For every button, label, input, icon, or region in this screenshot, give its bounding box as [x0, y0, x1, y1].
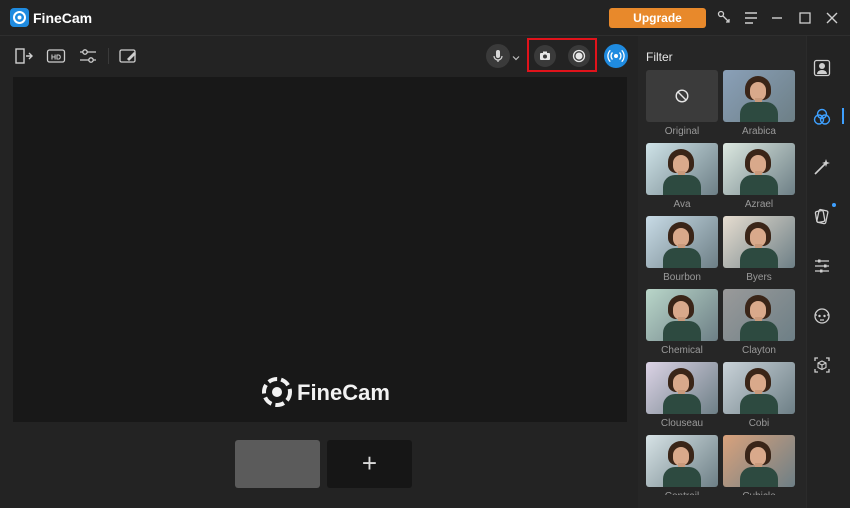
filter-item[interactable]: Azrael	[723, 143, 795, 210]
scene-thumbnail[interactable]	[235, 440, 320, 488]
camera-icon	[540, 51, 550, 60]
filter-preview-image	[723, 362, 795, 414]
filter-label: Clayton	[742, 345, 776, 356]
no-filter-icon	[675, 89, 689, 103]
filter-label: Ava	[673, 199, 691, 210]
settings-sliders-icon[interactable]	[812, 256, 832, 276]
filter-item[interactable]: Contrail	[646, 435, 718, 495]
portrait-icon[interactable]	[812, 58, 832, 78]
filter-preview-image	[646, 143, 718, 195]
record-button[interactable]	[568, 45, 590, 67]
adjust-icon[interactable]	[77, 45, 99, 67]
filter-label: Contrail	[646, 491, 718, 495]
live-button[interactable]	[604, 44, 628, 68]
filter-label: Chemical	[661, 345, 703, 356]
filter-item[interactable]: Cobi	[723, 362, 795, 429]
filter-label: Arabica	[742, 126, 776, 137]
rail-active-indicator	[842, 108, 844, 124]
whiteboard-icon[interactable]	[117, 45, 139, 67]
finecam-watermark-icon	[261, 376, 293, 408]
filter-label: Byers	[746, 272, 772, 283]
filter-label: Original	[664, 126, 700, 137]
filter-item[interactable]: Bourbon	[646, 216, 718, 283]
app-title: FineCam	[33, 10, 93, 26]
export-icon[interactable]	[13, 45, 35, 67]
filter-preview-image	[723, 435, 795, 487]
record-icon	[572, 49, 586, 63]
feedback-icon[interactable]	[716, 9, 734, 27]
filter-item[interactable]: Byers	[723, 216, 795, 283]
live-icon	[607, 49, 625, 63]
filter-item[interactable]: Clouseau	[646, 362, 718, 429]
toolbar-divider	[108, 48, 109, 64]
filter-preview-image	[723, 289, 795, 341]
snapshot-button[interactable]	[534, 45, 556, 67]
filter-icon[interactable]	[812, 107, 832, 127]
ar-cube-icon[interactable]	[812, 355, 832, 375]
microphone-icon	[493, 50, 503, 62]
watermark-text: FineCam	[297, 380, 390, 405]
menu-icon[interactable]	[742, 9, 760, 27]
filter-label: Cobi	[748, 418, 770, 429]
filter-item[interactable]: Ava	[646, 143, 718, 210]
add-scene-button[interactable]: +	[327, 440, 412, 488]
filter-item[interactable]: Original	[646, 70, 718, 137]
filter-preview-image	[723, 216, 795, 268]
upgrade-button[interactable]: Upgrade	[609, 8, 706, 28]
filter-label: Cubicle	[723, 491, 795, 495]
new-feature-dot	[832, 203, 836, 207]
microphone-button[interactable]	[486, 44, 510, 68]
panel-title: Filter	[646, 50, 673, 64]
minimize-icon[interactable]	[768, 9, 786, 27]
filter-thumbnail	[646, 70, 718, 122]
avatar-icon[interactable]	[812, 306, 832, 326]
filter-item[interactable]: Chemical	[646, 289, 718, 356]
close-icon[interactable]	[823, 9, 841, 27]
magic-wand-icon[interactable]	[812, 157, 832, 177]
filter-item[interactable]: Cubicle	[723, 435, 795, 495]
filter-label: Bourbon	[663, 272, 701, 283]
finecam-logo-icon	[10, 8, 29, 27]
filter-preview-image	[723, 70, 795, 122]
filter-label: Clouseau	[660, 418, 704, 429]
filter-preview-image	[723, 143, 795, 195]
filter-preview-image	[646, 289, 718, 341]
chevron-down-icon[interactable]	[511, 50, 521, 61]
filter-grid: Original Arabica Ava Azrael Bourbon Byers Chem…	[646, 70, 798, 495]
hd-label: HD	[51, 55, 61, 62]
maximize-icon[interactable]	[796, 9, 814, 27]
camera-preview[interactable]	[13, 77, 627, 422]
hd-icon[interactable]: HD	[45, 45, 67, 67]
filter-preview-image	[646, 362, 718, 414]
filter-preview-image	[646, 435, 718, 487]
filter-item[interactable]: Clayton	[723, 289, 795, 356]
filter-label: Azrael	[744, 199, 774, 210]
title-bar: FineCam Upgrade	[0, 0, 850, 36]
sticker-icon[interactable]	[812, 206, 832, 226]
filter-item[interactable]: Arabica	[723, 70, 795, 137]
filter-preview-image	[646, 216, 718, 268]
